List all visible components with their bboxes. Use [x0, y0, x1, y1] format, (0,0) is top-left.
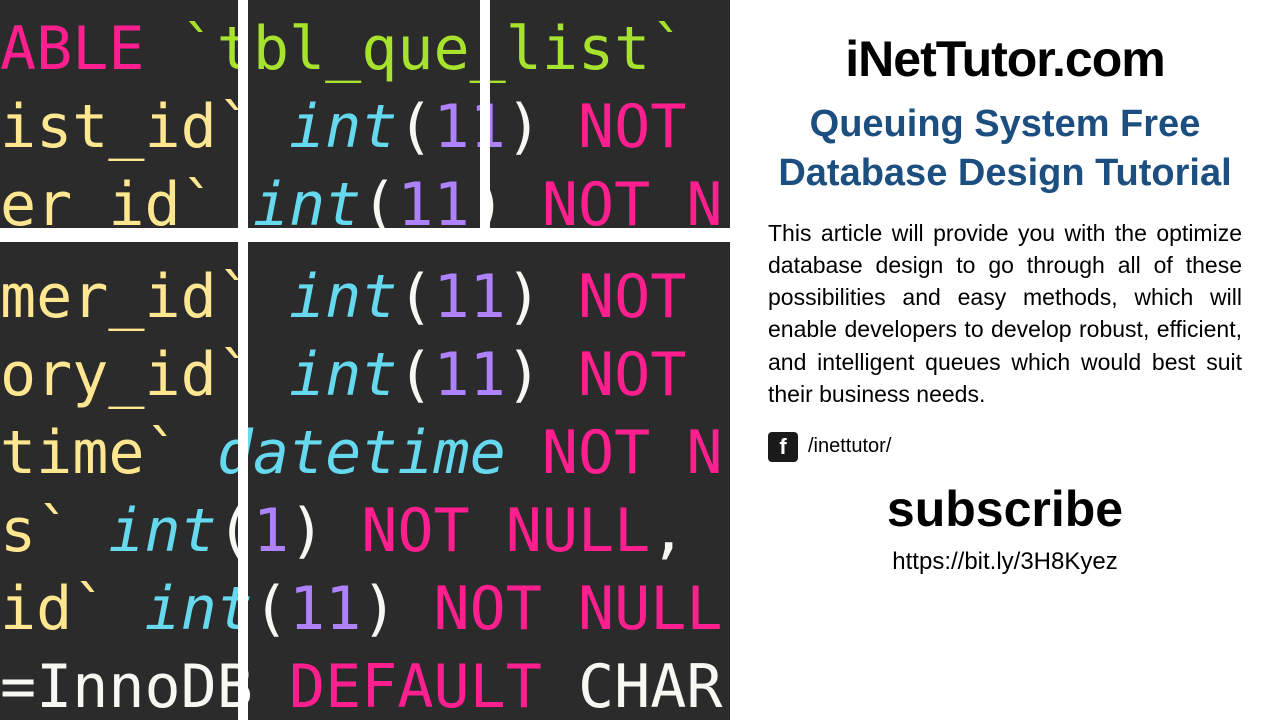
type-int: int	[145, 574, 253, 644]
col-name: ory_id`	[0, 340, 253, 410]
article-title: Queuing System Free Database Design Tuto…	[768, 100, 1242, 199]
col-name: id`	[0, 574, 108, 644]
type-int: int	[289, 340, 397, 410]
engine-name: InnoDB	[36, 652, 253, 720]
code-line-5: ory_id` int(11) NOT	[0, 336, 730, 414]
type-int: int	[108, 496, 216, 566]
subscribe-label: subscribe	[768, 480, 1242, 538]
code-line-8: id` int(11) NOT NULL	[0, 570, 730, 648]
code-line-1: ABLE `tbl_que_list`	[0, 10, 730, 88]
type-int: int	[289, 92, 397, 162]
col-name: s`	[0, 496, 72, 566]
article-description: This article will provide you with the o…	[768, 217, 1242, 410]
facebook-handle[interactable]: /inettutor/	[808, 435, 891, 458]
social-row: f /inettutor/	[768, 432, 1242, 462]
grid-divider-vertical-1	[238, 0, 248, 720]
type-datetime: datetime	[217, 418, 506, 488]
code-screenshot-panel: ABLE `tbl_que_list` ist_id` int(11) NOT …	[0, 0, 730, 720]
code-line-4: mer_id` int(11) NOT	[0, 258, 730, 336]
keyword-able: ABLE	[0, 14, 181, 84]
col-name: time`	[0, 418, 181, 488]
table-name: `tbl_que_list`	[181, 14, 687, 84]
subscribe-link[interactable]: https://bit.ly/3H8Kyez	[768, 548, 1242, 576]
facebook-icon[interactable]: f	[768, 432, 798, 462]
code-line-2: ist_id` int(11) NOT	[0, 88, 730, 166]
code-line-9: =InnoDB DEFAULT CHAR	[0, 648, 730, 720]
code-block: ABLE `tbl_que_list` ist_id` int(11) NOT …	[0, 0, 730, 720]
code-line-7: s` int(1) NOT NULL,	[0, 492, 730, 570]
grid-divider-vertical-2	[480, 0, 490, 232]
info-panel: iNetTutor.com Queuing System Free Databa…	[730, 0, 1280, 720]
col-name: mer_id`	[0, 262, 253, 332]
site-title: iNetTutor.com	[768, 30, 1242, 88]
type-int: int	[289, 262, 397, 332]
col-name: ist_id`	[0, 92, 253, 162]
code-line-6: time` datetime NOT N	[0, 414, 730, 492]
grid-divider-horizontal	[0, 228, 730, 242]
